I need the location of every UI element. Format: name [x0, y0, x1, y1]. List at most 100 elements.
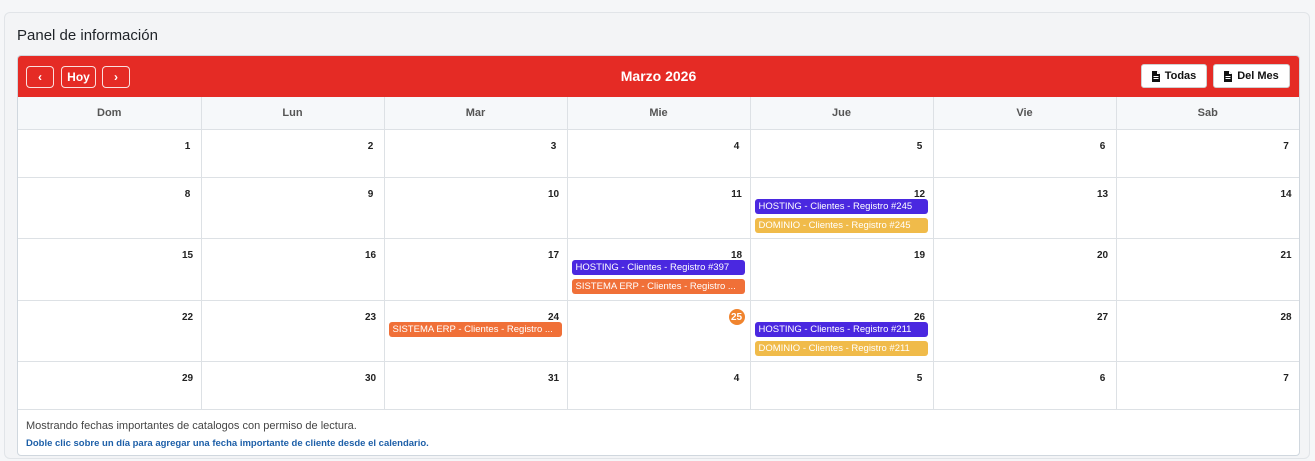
day-cell[interactable]: 3: [384, 129, 568, 178]
week-row: 29 30 31 4 5 6 7: [18, 361, 1299, 410]
day-number: 7: [1278, 370, 1294, 386]
day-cell[interactable]: 1: [18, 129, 202, 178]
weekday-header: Vie: [933, 97, 1117, 130]
month-grid-body: 1 2 3 4 5 6 7 8 9 10 11 12 HOSTING - Clientes - Regi…: [18, 129, 1299, 410]
week-row: 1 2 3 4 5 6 7: [18, 129, 1299, 178]
day-cell[interactable]: 15: [18, 238, 202, 301]
calendar-toolbar: ‹ Hoy › Marzo 2026 Todas Del Mes: [18, 56, 1299, 97]
day-cell[interactable]: 28: [1116, 300, 1299, 362]
month-title: Marzo 2026: [620, 68, 697, 84]
day-number: 4: [728, 370, 745, 386]
info-panel: Panel de información ‹ Hoy › Marzo 2026 …: [4, 12, 1310, 459]
day-number: 19: [911, 247, 928, 263]
day-number: 1: [179, 138, 196, 154]
day-cell[interactable]: 20: [933, 238, 1117, 301]
export-month-label: Del Mes: [1237, 70, 1279, 82]
day-cell[interactable]: 13: [933, 177, 1117, 239]
day-number: 6: [1094, 370, 1111, 386]
calendar-event[interactable]: HOSTING - Clientes - Registro #211: [754, 322, 928, 337]
day-cell[interactable]: 25: [567, 300, 751, 362]
calendar-event[interactable]: DOMINIO - Clientes - Registro #211: [754, 341, 928, 356]
day-cell[interactable]: 21: [1116, 238, 1299, 301]
day-cell[interactable]: 18 HOSTING - Clientes - Registro #397 SIST…: [567, 238, 751, 301]
day-cell[interactable]: 4: [567, 129, 751, 178]
day-number: 14: [1278, 186, 1294, 202]
export-month-button[interactable]: Del Mes: [1213, 64, 1290, 88]
chevron-right-icon: ›: [114, 70, 118, 84]
footer-note: Mostrando fechas importantes de catalogo…: [26, 420, 357, 432]
day-number: 5: [911, 138, 928, 154]
day-cell[interactable]: 29: [18, 361, 202, 410]
day-cell[interactable]: 2: [201, 129, 385, 178]
day-cell[interactable]: 6: [933, 361, 1117, 410]
day-cell[interactable]: 30: [201, 361, 385, 410]
day-cell[interactable]: 16: [201, 238, 385, 301]
day-number: 8: [179, 186, 196, 202]
calendar-event[interactable]: SISTEMA ERP - Clientes - Registro ...: [388, 322, 562, 337]
day-cell[interactable]: 10: [384, 177, 568, 239]
day-cell[interactable]: 7: [1116, 361, 1299, 410]
calendar-event[interactable]: HOSTING - Clientes - Registro #245: [754, 199, 928, 214]
next-month-button[interactable]: ›: [102, 66, 130, 88]
event-list: HOSTING - Clientes - Registro #397 SISTEM…: [571, 260, 745, 298]
weekday-header: Mar: [384, 97, 568, 130]
calendar-event[interactable]: HOSTING - Clientes - Registro #397: [571, 260, 745, 275]
day-number: 30: [362, 370, 379, 386]
day-cell[interactable]: 14: [1116, 177, 1299, 239]
day-number: 23: [362, 309, 379, 325]
day-number: 21: [1278, 247, 1294, 263]
weekday-header: Jue: [750, 97, 934, 130]
day-number: 20: [1094, 247, 1111, 263]
weekday-header-row: Dom Lun Mar Mie Jue Vie Sab: [18, 97, 1299, 130]
day-cell[interactable]: 27: [933, 300, 1117, 362]
day-cell[interactable]: 5: [750, 361, 934, 410]
weekday-header: Dom: [18, 97, 202, 130]
day-number: 31: [545, 370, 562, 386]
calendar-footer: Mostrando fechas importantes de catalogo…: [18, 410, 1299, 449]
day-cell[interactable]: 6: [933, 129, 1117, 178]
event-list: SISTEMA ERP - Clientes - Registro ...: [388, 322, 562, 341]
weekday-header: Sab: [1116, 97, 1299, 130]
day-cell[interactable]: 11: [567, 177, 751, 239]
export-all-label: Todas: [1164, 70, 1197, 82]
calendar: ‹ Hoy › Marzo 2026 Todas Del Mes Dom Lun…: [17, 55, 1300, 456]
day-cell[interactable]: 19: [750, 238, 934, 301]
day-number: 29: [179, 370, 196, 386]
day-cell[interactable]: 31: [384, 361, 568, 410]
week-row: 22 23 24 SISTEMA ERP - Clientes - Registro …: [18, 300, 1299, 362]
day-cell[interactable]: 9: [201, 177, 385, 239]
day-cell[interactable]: 8: [18, 177, 202, 239]
day-cell[interactable]: 12 HOSTING - Clientes - Registro #245 DOMI…: [750, 177, 934, 239]
day-number: 3: [545, 138, 562, 154]
day-number: 17: [545, 247, 562, 263]
day-number: 16: [362, 247, 379, 263]
prev-month-button[interactable]: ‹: [26, 66, 54, 88]
day-cell[interactable]: 26 HOSTING - Clientes - Registro #211 DOMI…: [750, 300, 934, 362]
day-number: 22: [179, 309, 196, 325]
day-cell[interactable]: 23: [201, 300, 385, 362]
day-number: 7: [1278, 138, 1294, 154]
pdf-icon: [1224, 70, 1233, 82]
weekday-header: Mie: [567, 97, 751, 130]
calendar-event[interactable]: DOMINIO - Clientes - Registro #245: [754, 218, 928, 233]
day-number: 28: [1278, 309, 1294, 325]
pdf-icon: [1151, 70, 1160, 82]
day-cell[interactable]: 5: [750, 129, 934, 178]
event-list: HOSTING - Clientes - Registro #245 DOMINI…: [754, 199, 928, 237]
day-cell[interactable]: 4: [567, 361, 751, 410]
day-cell[interactable]: 24 SISTEMA ERP - Clientes - Registro ...: [384, 300, 568, 362]
today-button[interactable]: Hoy: [61, 66, 96, 88]
day-number: 5: [911, 370, 928, 386]
day-cell[interactable]: 22: [18, 300, 202, 362]
day-number: 2: [362, 138, 379, 154]
day-cell[interactable]: 7: [1116, 129, 1299, 178]
day-number: 13: [1094, 186, 1111, 202]
day-cell[interactable]: 17: [384, 238, 568, 301]
day-number: 15: [179, 247, 196, 263]
calendar-event[interactable]: SISTEMA ERP - Clientes - Registro ...: [571, 279, 745, 294]
week-row: 15 16 17 18 HOSTING - Clientes - Registro #3…: [18, 238, 1299, 301]
day-number: 9: [362, 186, 379, 202]
day-number: 25: [728, 309, 745, 325]
week-row: 8 9 10 11 12 HOSTING - Clientes - Registro #2…: [18, 177, 1299, 239]
export-all-button[interactable]: Todas: [1141, 64, 1207, 88]
